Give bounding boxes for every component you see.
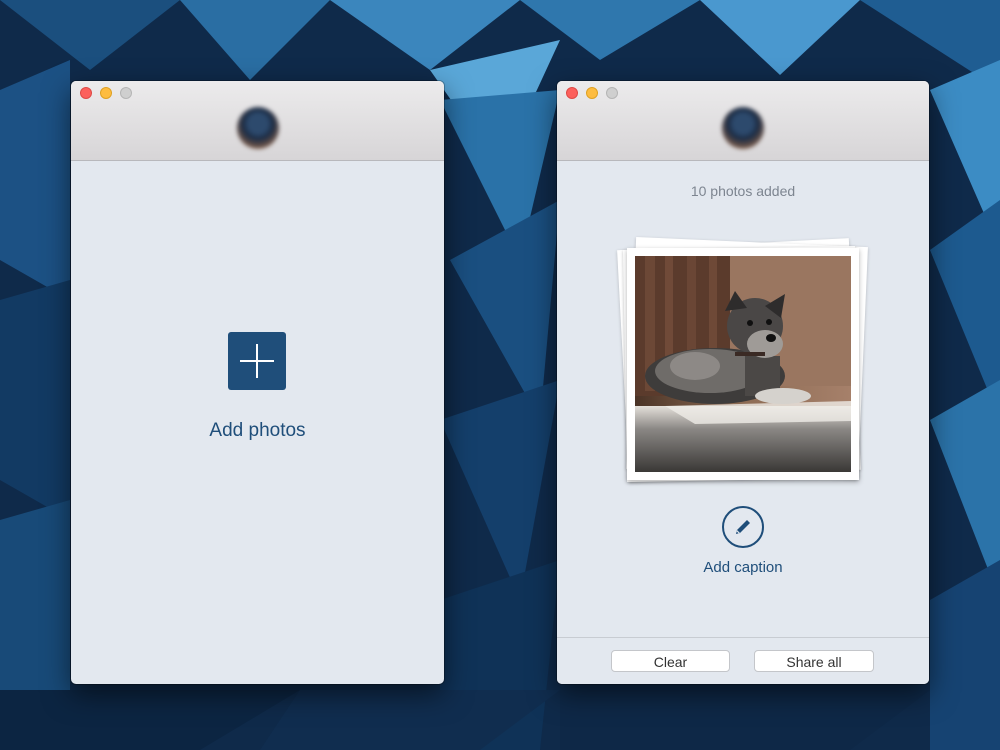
title-bar: [557, 81, 929, 161]
add-photos-button[interactable]: [228, 332, 286, 390]
window-add-photos: Add photos: [71, 81, 444, 684]
window-photos-added: 10 photos added Add caption Clear Share …: [557, 81, 929, 684]
pencil-icon: [736, 520, 750, 534]
close-window-button[interactable]: [80, 87, 92, 99]
clear-button[interactable]: Clear: [611, 650, 730, 672]
add-photos-label[interactable]: Add photos: [71, 420, 444, 442]
add-caption-button[interactable]: [722, 506, 764, 548]
dog-photo: [635, 256, 851, 472]
share-all-button[interactable]: Share all: [754, 650, 874, 672]
close-window-button[interactable]: [566, 87, 578, 99]
photo-stack[interactable]: [615, 234, 871, 490]
minimize-window-button[interactable]: [100, 87, 112, 99]
action-bar: Clear Share all: [557, 637, 929, 684]
add-caption-label[interactable]: Add caption: [557, 559, 929, 576]
title-bar: [71, 81, 444, 161]
zoom-window-button[interactable]: [120, 87, 132, 99]
minimize-window-button[interactable]: [586, 87, 598, 99]
photo-thumbnail[interactable]: [627, 248, 859, 480]
avatar[interactable]: [236, 107, 279, 149]
avatar[interactable]: [722, 107, 764, 149]
zoom-window-button[interactable]: [606, 87, 618, 99]
photos-count-label: 10 photos added: [690, 183, 796, 199]
